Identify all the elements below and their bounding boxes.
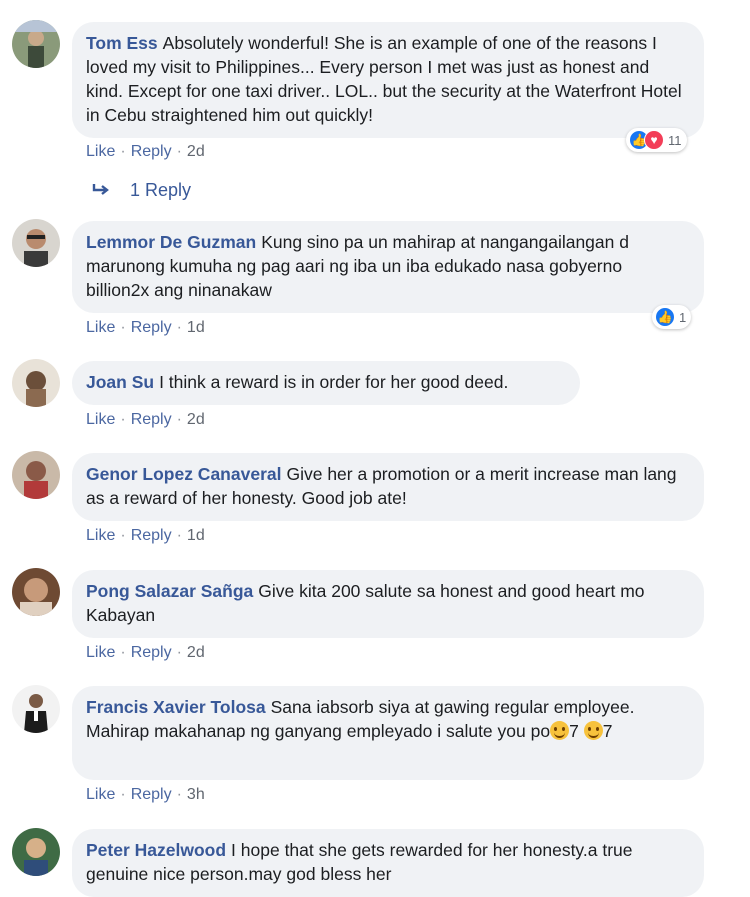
comment-actions: Like · Reply · 1d [86, 527, 205, 545]
reply-button[interactable]: Reply [131, 644, 172, 661]
like-button[interactable]: Like [86, 527, 115, 544]
view-replies-link[interactable]: 1 Reply [92, 180, 191, 201]
like-button[interactable]: Like [86, 143, 115, 160]
smiling-face-emoji [583, 721, 603, 740]
avatar[interactable] [12, 828, 60, 876]
comment-author[interactable]: Peter Hazelwood [86, 840, 226, 860]
separator-dot: · [120, 527, 126, 544]
reaction-count: 1 [679, 309, 687, 325]
replies-count[interactable]: 1 Reply [130, 180, 191, 200]
reaction-summary[interactable]: 👍 ♥ 11 [626, 128, 687, 152]
separator-dot: · [120, 143, 126, 160]
comment-actions: Like · Reply · 2d [86, 143, 205, 161]
comment-bubble: Genor Lopez Canaveral Give her a promotio… [72, 453, 704, 521]
comment-bubble: Tom Ess Absolutely wonderful! She is an e… [72, 22, 704, 138]
comment-author[interactable]: Pong Salazar Sañga [86, 581, 253, 601]
separator-dot: · [120, 319, 126, 336]
comment-timestamp[interactable]: 1d [187, 319, 205, 336]
comment-bubble: Joan Su I think a reward is in order for … [72, 361, 580, 405]
comment-actions: Like · Reply · 2d [86, 411, 205, 429]
separator-dot: · [120, 644, 126, 661]
reply-arrow-icon [92, 180, 112, 201]
comment-text: Absolutely wonderful! She is an example … [86, 33, 682, 125]
comment-bubble: Peter Hazelwood I hope that she gets rewa… [72, 829, 704, 897]
like-button[interactable]: Like [86, 411, 115, 428]
separator-dot: · [120, 786, 126, 803]
like-icon: 👍 [655, 307, 675, 327]
comment-actions: Like · Reply · 2d [86, 644, 205, 662]
reaction-summary[interactable]: 👍 1 [652, 305, 692, 329]
like-button[interactable]: Like [86, 319, 115, 336]
comment-actions: Like · Reply · 1d [86, 319, 205, 337]
avatar[interactable] [12, 20, 60, 68]
smiling-face-emoji [550, 721, 570, 740]
like-button[interactable]: Like [86, 786, 115, 803]
comment-author[interactable]: Tom Ess [86, 33, 158, 53]
comment-text: I think a reward is in order for her goo… [159, 372, 509, 392]
comment-timestamp[interactable]: 2d [187, 143, 205, 160]
love-icon: ♥ [644, 130, 664, 150]
comment-text-end: 7 [602, 721, 613, 741]
comment-timestamp[interactable]: 1d [187, 527, 205, 544]
reaction-count: 11 [668, 132, 682, 148]
reply-button[interactable]: Reply [131, 411, 172, 428]
avatar[interactable] [12, 219, 60, 267]
reply-button[interactable]: Reply [131, 527, 172, 544]
comment-timestamp[interactable]: 2d [187, 411, 205, 428]
comment-bubble: Francis Xavier Tolosa Sana iabsorb siya a… [72, 686, 704, 780]
separator-dot: · [176, 644, 182, 661]
avatar[interactable] [12, 568, 60, 616]
avatar[interactable] [12, 685, 60, 733]
reply-button[interactable]: Reply [131, 319, 172, 336]
separator-dot: · [176, 319, 182, 336]
comment-author[interactable]: Genor Lopez Canaveral [86, 464, 281, 484]
comment-bubble: Pong Salazar Sañga Give kita 200 salute s… [72, 570, 704, 638]
comment-author[interactable]: Lemmor De Guzman [86, 232, 256, 252]
like-button[interactable]: Like [86, 644, 115, 661]
comment-timestamp[interactable]: 2d [187, 644, 205, 661]
avatar[interactable] [12, 451, 60, 499]
separator-dot: · [176, 527, 182, 544]
separator-dot: · [176, 143, 182, 160]
comment-actions: Like · Reply · 3h [86, 786, 205, 804]
reply-button[interactable]: Reply [131, 786, 172, 803]
separator-dot: · [120, 411, 126, 428]
comment-author[interactable]: Joan Su [86, 372, 154, 392]
separator-dot: · [176, 786, 182, 803]
avatar[interactable] [12, 359, 60, 407]
comment-timestamp[interactable]: 3h [187, 786, 205, 803]
comment-bubble: Lemmor De Guzman Kung sino pa un mahirap … [72, 221, 704, 313]
comment-text-end: 7 [569, 721, 579, 741]
comment-author[interactable]: Francis Xavier Tolosa [86, 697, 266, 717]
reply-button[interactable]: Reply [131, 143, 172, 160]
separator-dot: · [176, 411, 182, 428]
